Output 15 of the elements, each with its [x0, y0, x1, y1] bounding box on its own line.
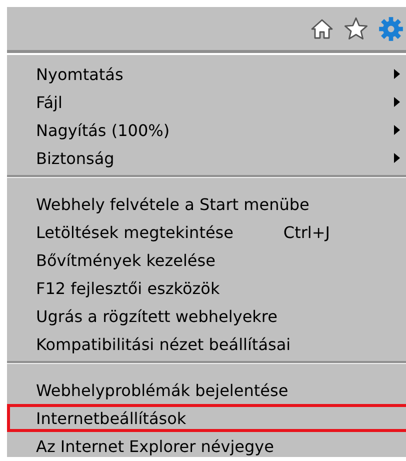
- menu-item[interactable]: Biztonság: [7, 144, 406, 172]
- star-icon[interactable]: [343, 16, 369, 42]
- menu-item[interactable]: Nyomtatás: [7, 60, 406, 88]
- menu-item[interactable]: Fájl: [7, 88, 406, 116]
- menu-item[interactable]: Az Internet Explorer névjegye: [7, 432, 406, 460]
- menu-item[interactable]: Webhelyproblémák bejelentése: [7, 376, 406, 404]
- menu-item[interactable]: Ugrás a rögzített webhelyekre: [7, 302, 406, 330]
- menu-item[interactable]: Nagyítás (100%): [7, 116, 406, 144]
- menu-item[interactable]: F12 fejlesztői eszközök: [7, 274, 406, 302]
- menu-item[interactable]: Bővítmények kezelése: [7, 246, 406, 274]
- menu-item[interactable]: Webhely felvétele a Start menübe: [7, 190, 406, 218]
- home-icon[interactable]: [310, 16, 334, 40]
- menu-item[interactable]: Kompatibilitási nézet beállításai: [7, 330, 406, 358]
- menu-item[interactable]: Internetbeállítások: [7, 404, 406, 432]
- menu-item[interactable]: Letöltések megtekintése Ctrl+J: [7, 218, 406, 246]
